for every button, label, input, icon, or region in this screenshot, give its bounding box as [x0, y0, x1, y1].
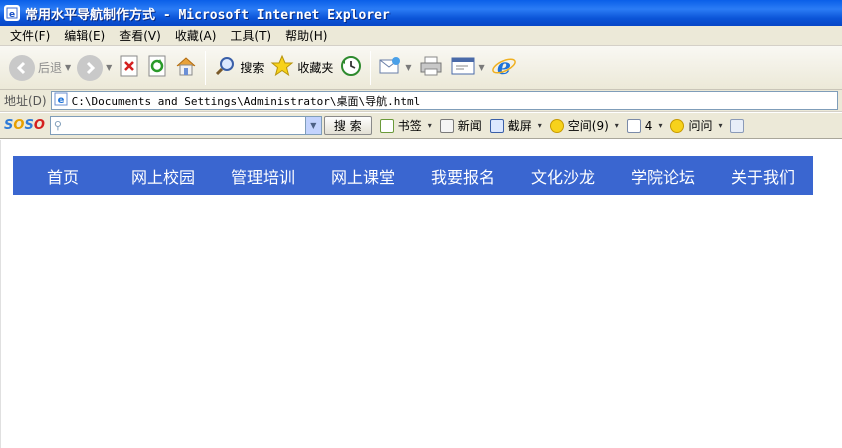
soso-toolbar: SOSO ⚲ ▼ 搜 索 书签 ▾ 新闻 截屏 ▾ 空间(9) ▾ 4 ▾ 问问…	[0, 113, 842, 139]
page-content: 首页 网上校园 管理培训 网上课堂 我要报名 文化沙龙 学院论坛 关于我们	[0, 140, 842, 448]
question-icon	[670, 118, 685, 133]
news-label: 新闻	[457, 119, 482, 133]
bookmarks-button[interactable]: 书签 ▾	[379, 117, 432, 134]
mail-icon	[626, 118, 641, 133]
mail-count: 4	[644, 118, 653, 133]
svg-text:e: e	[497, 54, 511, 79]
back-button[interactable]: 后退 ▼	[6, 50, 74, 86]
edit-document-icon	[450, 54, 476, 81]
nav-online-classroom[interactable]: 网上课堂	[313, 164, 413, 188]
bookmark-icon	[379, 118, 394, 133]
space-flower-icon	[549, 118, 564, 133]
magnifier-icon	[213, 54, 237, 81]
history-clock-icon	[339, 54, 363, 81]
toolbar-separator	[370, 50, 372, 85]
more-tools-icon	[730, 118, 745, 133]
horizontal-nav: 首页 网上校园 管理培训 网上课堂 我要报名 文化沙龙 学院论坛 关于我们	[13, 156, 813, 195]
stop-button[interactable]	[115, 50, 143, 86]
soso-logo[interactable]: SOSO	[4, 118, 45, 133]
menu-file[interactable]: 文件(F)	[4, 27, 58, 44]
forward-button[interactable]: ▼	[74, 50, 115, 86]
screenshot-dropdown-icon[interactable]: ▾	[538, 121, 542, 130]
search-icon: ⚲	[53, 119, 62, 132]
window-title: 常用水平导航制作方式 - Microsoft Internet Explorer	[25, 7, 390, 23]
bookmarks-dropdown-icon[interactable]: ▾	[428, 121, 432, 130]
refresh-icon	[146, 54, 168, 81]
menu-view[interactable]: 查看(V)	[113, 27, 169, 44]
refresh-button[interactable]	[143, 50, 171, 86]
ie-page-icon: e	[4, 5, 20, 21]
soso-search-input[interactable]: ⚲ ▼	[49, 116, 322, 135]
nav-about-us[interactable]: 关于我们	[713, 164, 813, 188]
favorites-label: 收藏夹	[297, 61, 334, 75]
home-button[interactable]	[171, 50, 201, 86]
star-icon	[270, 54, 294, 81]
title-bar: e 常用水平导航制作方式 - Microsoft Internet Explor…	[0, 0, 842, 26]
print-button[interactable]	[415, 50, 447, 86]
space-button[interactable]: 空间(9) ▾	[549, 117, 619, 134]
back-arrow-icon	[9, 54, 35, 81]
screenshot-button[interactable]: 截屏 ▾	[489, 117, 542, 134]
address-url[interactable]: C:\Documents and Settings\Administrator\…	[72, 93, 421, 109]
back-dropdown-icon[interactable]: ▼	[65, 63, 71, 72]
mail-count-dropdown-icon[interactable]: ▾	[658, 121, 662, 130]
ie-button[interactable]: e	[488, 50, 520, 86]
space-label: 空间(9)	[567, 119, 609, 133]
more-button[interactable]	[730, 118, 748, 133]
address-label: 地址(D)	[4, 94, 47, 108]
search-history-dropdown-icon[interactable]: ▼	[304, 117, 321, 134]
mail-dropdown-icon[interactable]: ▼	[405, 63, 411, 72]
printer-icon	[418, 54, 444, 81]
address-input[interactable]: e C:\Documents and Settings\Administrato…	[50, 91, 838, 110]
screenshot-label: 截屏	[507, 119, 532, 133]
nav-culture-salon[interactable]: 文化沙龙	[513, 164, 613, 188]
toolbar-separator	[205, 50, 207, 85]
edit-button[interactable]: ▼	[447, 50, 488, 86]
menu-favorites[interactable]: 收藏(A)	[169, 27, 225, 44]
standard-toolbar: 后退 ▼ ▼ 搜索 收藏夹 ▼ ▼ e	[0, 46, 842, 90]
menu-tools[interactable]: 工具(T)	[224, 27, 279, 44]
back-label: 后退	[38, 61, 63, 75]
svg-text:e: e	[57, 95, 64, 106]
screenshot-icon	[489, 118, 504, 133]
menu-help[interactable]: 帮助(H)	[279, 27, 335, 44]
page-icon: e	[54, 92, 68, 109]
edit-dropdown-icon[interactable]: ▼	[479, 63, 485, 72]
nav-home[interactable]: 首页	[13, 164, 113, 188]
mail-button[interactable]: ▼	[375, 50, 414, 86]
mail-envelope-icon	[378, 54, 402, 81]
forward-arrow-icon	[77, 54, 104, 81]
news-button[interactable]: 新闻	[439, 117, 482, 134]
news-icon	[439, 118, 454, 133]
search-button[interactable]: 搜索	[210, 50, 267, 86]
search-label: 搜索	[240, 61, 265, 75]
mail-count-button[interactable]: 4 ▾	[626, 118, 662, 133]
ask-button[interactable]: 问问 ▾	[670, 117, 722, 134]
address-bar: 地址(D) e C:\Documents and Settings\Admini…	[0, 90, 842, 112]
menu-bar: 文件(F) 编辑(E) 查看(V) 收藏(A) 工具(T) 帮助(H)	[0, 26, 842, 46]
home-icon	[174, 54, 198, 81]
stop-icon	[118, 54, 140, 81]
space-dropdown-icon[interactable]: ▾	[615, 121, 619, 130]
history-button[interactable]	[336, 50, 366, 86]
menu-edit[interactable]: 编辑(E)	[58, 27, 113, 44]
nav-management-training[interactable]: 管理培训	[213, 164, 313, 188]
favorites-button[interactable]: 收藏夹	[267, 50, 336, 86]
ie-logo-icon: e	[491, 53, 517, 82]
bookmarks-label: 书签	[397, 119, 422, 133]
svg-text:e: e	[9, 10, 15, 19]
ask-dropdown-icon[interactable]: ▾	[718, 121, 722, 130]
forward-dropdown-icon[interactable]: ▼	[106, 63, 112, 72]
nav-register[interactable]: 我要报名	[413, 164, 513, 188]
ask-label: 问问	[688, 119, 713, 133]
soso-search-button[interactable]: 搜 索	[323, 116, 372, 135]
nav-forum[interactable]: 学院论坛	[613, 164, 713, 188]
nav-online-campus[interactable]: 网上校园	[113, 164, 213, 188]
